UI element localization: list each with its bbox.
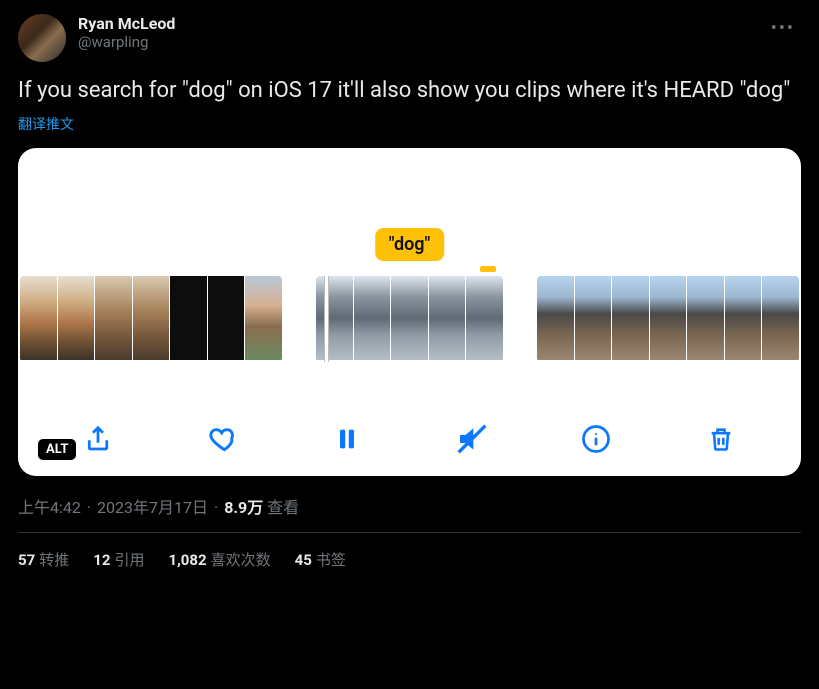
thumbnail (245, 276, 282, 360)
thumbnail (391, 276, 428, 360)
search-tooltip: "dog" (375, 228, 445, 261)
share-icon[interactable] (81, 422, 115, 456)
date[interactable]: 2023年7月17日 (97, 494, 208, 518)
media-card[interactable]: "dog" (18, 148, 801, 476)
likes[interactable]: 1,082喜欢次数 (168, 549, 270, 570)
playhead[interactable] (324, 276, 329, 362)
tweet-header: Ryan McLeod @warpling ••• (18, 14, 801, 62)
thumbnail (354, 276, 391, 360)
retweets[interactable]: 57转推 (18, 549, 69, 570)
translate-link[interactable]: 翻译推文 (18, 114, 801, 134)
avatar[interactable] (18, 14, 66, 62)
thumbnail (429, 276, 466, 360)
filmstrip[interactable] (18, 276, 801, 362)
separator: · (214, 498, 218, 517)
thumbnail (575, 276, 612, 360)
views-label: 查看 (267, 498, 299, 517)
thumbnail (650, 276, 687, 360)
playhead-marker (480, 266, 496, 272)
thumbnail (762, 276, 799, 360)
thumbnail (20, 276, 57, 360)
separator: · (87, 498, 91, 517)
clip-group-3[interactable] (537, 276, 799, 362)
thumbnail (208, 276, 245, 360)
clip-group-2[interactable] (316, 276, 503, 362)
heart-icon[interactable] (206, 422, 240, 456)
thumbnail (170, 276, 207, 360)
info-icon[interactable] (579, 422, 613, 456)
thumbnail (133, 276, 170, 360)
author-names[interactable]: Ryan McLeod @warpling (78, 14, 175, 51)
mute-icon[interactable] (455, 422, 489, 456)
trash-icon[interactable] (704, 422, 738, 456)
thumbnail (612, 276, 649, 360)
tweet-text: If you search for "dog" on iOS 17 it'll … (18, 76, 801, 106)
media-toolbar (18, 402, 801, 476)
pause-icon[interactable] (330, 422, 364, 456)
thumbnail (95, 276, 132, 360)
thumbnail (466, 276, 503, 360)
clip-group-1[interactable] (20, 276, 282, 362)
bookmarks[interactable]: 45书签 (295, 549, 346, 570)
media-content: "dog" (18, 148, 801, 402)
meta-row: 上午4:42 · 2023年7月17日 · 8.9万 查看 (18, 494, 801, 518)
timestamp[interactable]: 上午4:42 (18, 494, 81, 518)
quotes[interactable]: 12引用 (93, 549, 144, 570)
thumbnail (316, 276, 353, 360)
more-icon[interactable]: ••• (765, 14, 801, 43)
handle: @warpling (78, 33, 175, 51)
display-name: Ryan McLeod (78, 14, 175, 33)
thumbnail (725, 276, 762, 360)
thumbnail (537, 276, 574, 360)
thumbnail (687, 276, 724, 360)
divider (18, 532, 801, 533)
thumbnail (58, 276, 95, 360)
alt-badge[interactable]: ALT (38, 439, 76, 460)
stats-row: 57转推 12引用 1,082喜欢次数 45书签 (18, 549, 801, 570)
views-count: 8.9万 (224, 498, 263, 517)
